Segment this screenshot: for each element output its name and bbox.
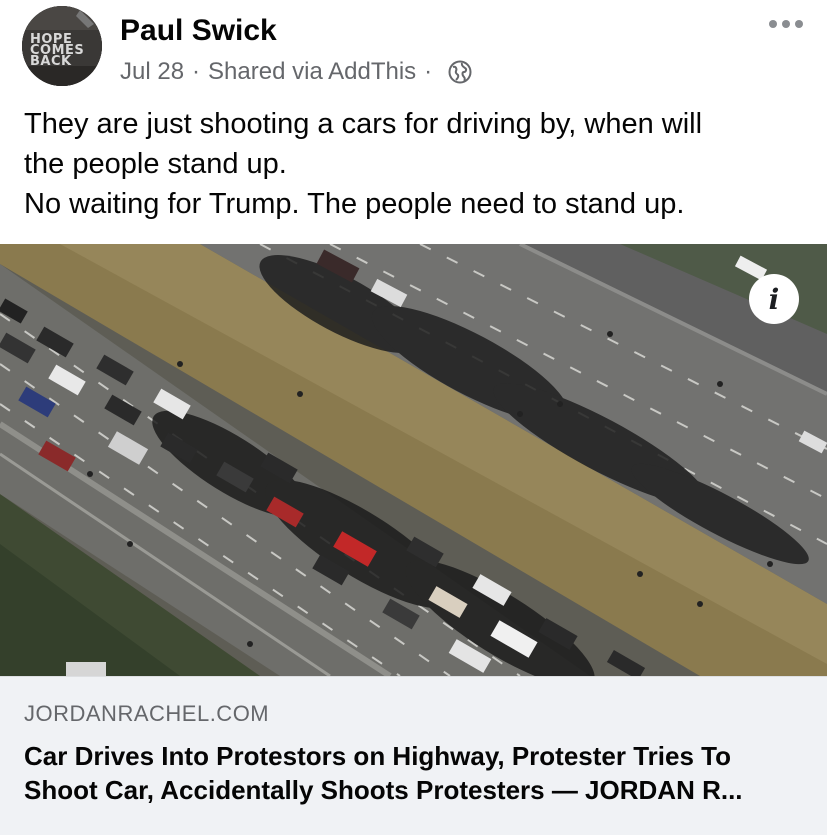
meta-separator: · — [424, 58, 433, 85]
more-dot — [782, 20, 790, 28]
post-text-line: No waiting for Trump. The people need to… — [24, 188, 685, 220]
meta-separator: · — [192, 58, 201, 85]
avatar-text: HOPE COMES BACK — [30, 33, 100, 69]
avatar[interactable]: HOPE COMES BACK — [22, 6, 102, 86]
post-text-line: They are just shooting a cars for drivin… — [24, 108, 703, 140]
post-meta: Jul 28 · Shared via AddThis · — [120, 58, 472, 86]
more-dot — [795, 20, 803, 28]
post-header: HOPE COMES BACK Paul Swick Jul 28 · Shar… — [0, 0, 827, 100]
avatar-text-line: BACK — [30, 54, 72, 69]
highway-aerial-photo — [0, 244, 827, 676]
link-preview-card[interactable]: i JORDANRACHEL.COM Car Drives Into Prote… — [0, 244, 827, 835]
link-domain: JORDANRACHEL.COM — [24, 701, 270, 726]
post-date[interactable]: Jul 28 — [120, 58, 184, 86]
post-text: They are just shooting a cars for drivin… — [24, 104, 804, 224]
more-dot — [769, 20, 777, 28]
link-title[interactable]: Car Drives Into Protestors on Highway, P… — [24, 739, 804, 807]
shared-via[interactable]: Shared via AddThis — [208, 58, 416, 86]
post-text-line: the people stand up. — [24, 148, 287, 180]
more-options-icon[interactable] — [769, 12, 803, 36]
info-icon[interactable]: i — [749, 274, 799, 324]
link-title-line: Shoot Car, Accidentally Shoots Protester… — [24, 775, 743, 805]
link-preview-image[interactable]: i — [0, 244, 827, 676]
globe-icon[interactable] — [448, 60, 472, 84]
author-name[interactable]: Paul Swick — [120, 14, 277, 48]
link-title-line: Car Drives Into Protestors on Highway, P… — [24, 741, 731, 771]
link-preview-footer[interactable]: JORDANRACHEL.COM Car Drives Into Protest… — [0, 676, 827, 835]
